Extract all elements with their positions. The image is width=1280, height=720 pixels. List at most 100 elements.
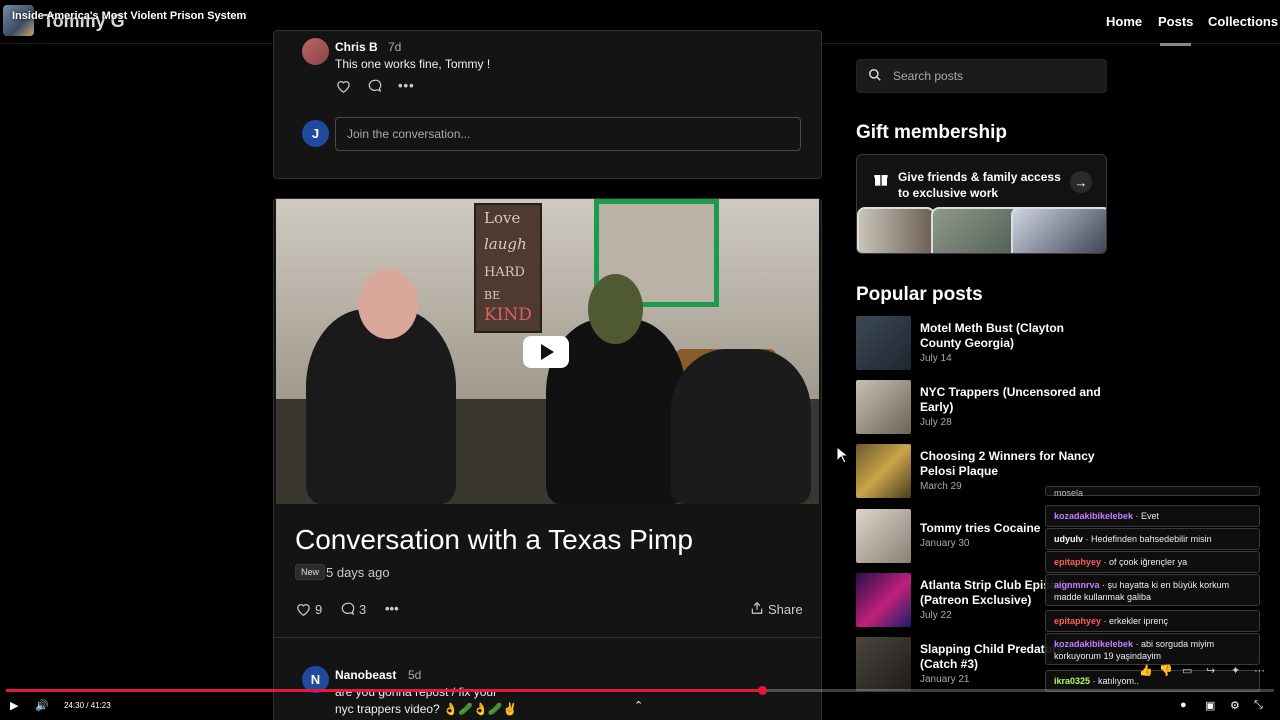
reply-icon[interactable] — [367, 79, 382, 96]
play-icon[interactable]: ▶ — [10, 699, 18, 712]
thumbnail-wall-sign: Love laugh HARD BE KIND — [474, 203, 542, 333]
more-icon[interactable]: ⋯ — [1254, 664, 1265, 677]
comment-text: This one works fine, Tommy ! — [335, 57, 491, 71]
chevron-up-icon[interactable]: ⌃ — [634, 699, 643, 712]
join-avatar: J — [302, 120, 329, 147]
post-divider — [274, 637, 821, 638]
autoplay-icon[interactable]: ● — [1180, 699, 1187, 711]
share-button[interactable]: Share — [768, 602, 803, 617]
chat-username[interactable]: kozadakibikelebek — [1054, 511, 1133, 521]
arrow-right-icon[interactable]: → — [1070, 171, 1092, 193]
post-title[interactable]: Conversation with a Texas Pimp — [295, 524, 693, 556]
sparkle-icon[interactable]: ✦ — [1231, 664, 1240, 677]
more-options-icon[interactable]: ••• — [398, 78, 415, 93]
popular-post-date: July 14 — [920, 353, 952, 364]
sign-word: KIND — [484, 305, 532, 325]
chat-message: udyulv · Hedefinden bahsedebilir misin — [1045, 528, 1260, 550]
popular-post-date: July 22 — [920, 610, 952, 621]
popular-post-date: January 21 — [920, 674, 970, 685]
sign-word: Love — [484, 209, 521, 227]
popular-post-thumbnail[interactable] — [856, 637, 911, 691]
thumbnail-person — [671, 349, 811, 504]
gift-preview-image — [857, 207, 935, 253]
post-comment-count: 3 — [359, 602, 367, 617]
comment-author-avatar[interactable] — [302, 38, 329, 65]
gift-text: Give friends & family access to exclusiv… — [898, 170, 1061, 200]
captions-icon[interactable]: ▣ — [1205, 699, 1215, 712]
chat-icon[interactable]: ▭ — [1182, 664, 1192, 677]
progress-scrubber[interactable] — [758, 686, 767, 695]
comment-author[interactable]: Chris B — [335, 40, 378, 54]
thumbs-down-icon[interactable]: 👎 — [1159, 664, 1173, 677]
gift-card[interactable]: Give friends & family access to exclusiv… — [856, 154, 1107, 254]
comment-age: 5d — [408, 668, 422, 682]
popular-heading: Popular posts — [856, 284, 983, 305]
chat-text: Evet — [1141, 511, 1160, 521]
share-arrow-icon[interactable]: ↪ — [1206, 664, 1215, 677]
comment-age: 7d — [388, 40, 402, 54]
gift-heading: Gift membership — [856, 122, 1007, 143]
chat-username[interactable]: aignmnrva — [1054, 580, 1100, 590]
page: Tommy G Inside America's Most Violent Pr… — [0, 0, 1280, 720]
progress-bar-fill — [6, 689, 762, 692]
chat-message: kozadakibikelebek · Evet — [1045, 505, 1260, 527]
comment-author[interactable]: Nanobeast — [335, 668, 396, 682]
nav-collections[interactable]: Collections — [1208, 14, 1278, 29]
join-conversation-input[interactable]: Join the conversation... — [335, 117, 801, 151]
post-comment-icon[interactable] — [340, 602, 355, 619]
chat-message: aignmnrva · şu hayatta ki en büyük korku… — [1045, 574, 1260, 606]
chat-message: kozadakibikelebek · abi sorguda miyim ko… — [1045, 633, 1260, 665]
nav-home[interactable]: Home — [1106, 14, 1142, 29]
video-title-overlay: Inside America's Most Violent Prison Sys… — [12, 10, 247, 22]
popular-post-thumbnail[interactable] — [856, 573, 911, 627]
thumbnail-person-head — [588, 274, 643, 344]
like-icon[interactable] — [336, 79, 351, 96]
chat-text: katılıyom.. — [1098, 676, 1140, 686]
chat-username[interactable]: epitaphyey — [1054, 557, 1101, 567]
thumbs-up-icon[interactable]: 👍 — [1139, 664, 1153, 677]
settings-gear-icon[interactable]: ⚙ — [1230, 699, 1240, 712]
post-more-icon[interactable]: ••• — [385, 601, 399, 616]
chat-username[interactable]: ikra0325 — [1054, 676, 1090, 686]
volume-icon[interactable]: 🔊 — [35, 699, 49, 712]
popular-post-title[interactable]: NYC Trappers (Uncensored and Early) — [920, 385, 1102, 415]
nav-posts[interactable]: Posts — [1158, 14, 1193, 46]
sign-word: HARD — [484, 265, 525, 280]
mouse-cursor-icon — [836, 445, 850, 469]
comment-text-line: nyc trappers video? 👌🥒👌🥒✌️ — [335, 702, 518, 716]
chat-username[interactable]: epitaphyey — [1054, 616, 1101, 626]
post-date: 5 days ago — [326, 565, 390, 580]
chat-username[interactable]: udyulv — [1054, 534, 1083, 544]
comment-text-line: are you gonna repost / fix your — [335, 685, 498, 699]
chat-text: Hedefinden bahsedebilir misin — [1091, 534, 1212, 544]
chat-message: epitaphyey · erkekler iprenç — [1045, 610, 1260, 632]
chat-username[interactable]: kozadakibikelebek — [1054, 639, 1133, 649]
post-like-count: 9 — [315, 602, 323, 617]
thumbnail-person-head — [358, 269, 418, 339]
search-input[interactable]: Search posts — [893, 69, 963, 83]
new-badge: New — [295, 564, 326, 580]
popular-post-title[interactable]: Choosing 2 Winners for Nancy Pelosi Plaq… — [920, 449, 1102, 479]
popular-post-date: July 28 — [920, 417, 952, 428]
chat-text: of çook iğrençler ya — [1109, 557, 1188, 567]
fullscreen-exit-icon[interactable]: ⤡ — [1254, 699, 1263, 712]
popular-post-thumbnail[interactable] — [856, 380, 911, 434]
popular-post-date: March 29 — [920, 481, 962, 492]
share-icon[interactable] — [750, 601, 764, 618]
popular-post-thumbnail[interactable] — [856, 509, 911, 563]
time-display: 24:30 / 41:23 — [64, 701, 111, 710]
search-icon — [868, 68, 882, 85]
popular-post-thumbnail[interactable] — [856, 316, 911, 370]
post-like-icon[interactable] — [296, 602, 311, 619]
sign-word: BE — [484, 289, 501, 302]
sign-word: laugh — [484, 235, 527, 253]
popular-post-title[interactable]: Motel Meth Bust (Clayton County Georgia) — [920, 321, 1102, 351]
chat-text: mosela — [1054, 488, 1084, 498]
popular-post-thumbnail[interactable] — [856, 444, 911, 498]
chat-message: epitaphyey · of çook iğrençler ya — [1045, 551, 1260, 573]
gift-preview-image — [1011, 207, 1106, 253]
play-button-icon[interactable] — [523, 336, 569, 368]
chat-text: erkekler iprenç — [1109, 616, 1169, 626]
popular-post-date: January 30 — [920, 538, 970, 549]
gift-icon — [873, 171, 889, 192]
